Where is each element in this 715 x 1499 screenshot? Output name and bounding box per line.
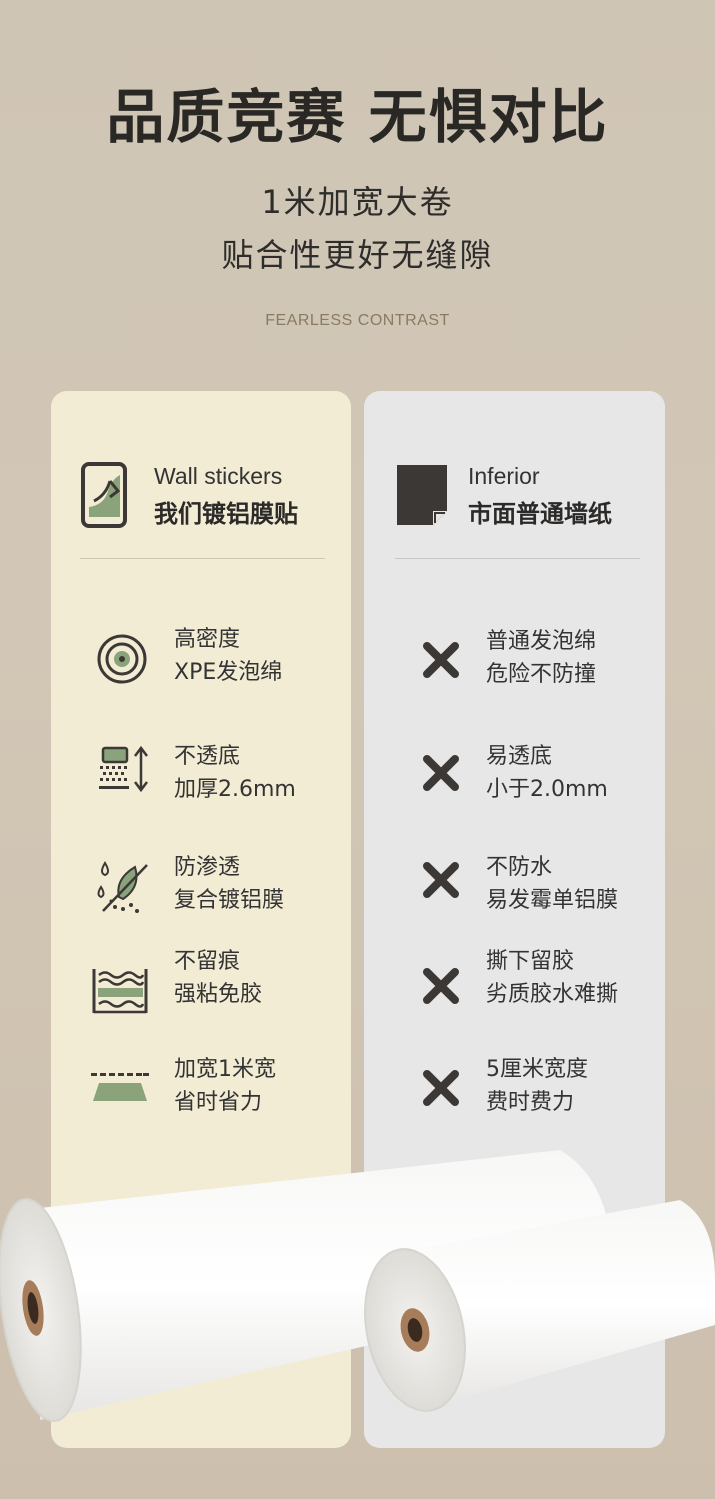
left-feature-1-line2: XPE发泡绵 bbox=[174, 660, 283, 685]
cross-icon bbox=[423, 642, 459, 678]
left-feature-4-line2: 强粘免胶 bbox=[174, 982, 263, 1007]
right-feature-5-line2: 费时费力 bbox=[486, 1090, 575, 1115]
left-feature-5-line1: 加宽1米宽 bbox=[174, 1057, 276, 1082]
left-title-cn: 我们镀铝膜贴 bbox=[154, 500, 298, 528]
right-title-en: Inferior bbox=[468, 463, 540, 489]
page-title: 品质竞赛 无惧对比 bbox=[106, 83, 609, 151]
foam-rolls-image bbox=[0, 1150, 715, 1423]
left-feature-5-line2: 省时省力 bbox=[174, 1090, 263, 1115]
cross-icon bbox=[423, 755, 459, 791]
right-divider bbox=[395, 558, 640, 559]
left-divider bbox=[80, 558, 325, 559]
right-feature-4-line2: 劣质胶水难撕 bbox=[486, 982, 619, 1007]
wallpaper-icon bbox=[397, 465, 447, 525]
right-feature-1-line2: 危险不防撞 bbox=[486, 662, 597, 687]
left-feature-4-line1: 不留痕 bbox=[174, 949, 241, 974]
left-feature-3-line1: 防渗透 bbox=[174, 855, 241, 880]
cross-icon bbox=[423, 968, 459, 1004]
right-feature-3-line1: 不防水 bbox=[486, 855, 553, 880]
right-feature-1-line1: 普通发泡绵 bbox=[486, 629, 597, 654]
left-title-en: Wall stickers bbox=[154, 463, 283, 489]
left-feature-2-line1: 不透底 bbox=[174, 744, 241, 769]
subtitle-line1: 1米加宽大卷 bbox=[261, 183, 454, 221]
width-icon bbox=[91, 1073, 149, 1101]
right-feature-2-line2: 小于2.0mm bbox=[486, 777, 608, 802]
right-title-cn: 市面普通墙纸 bbox=[468, 500, 612, 528]
right-feature-2-line1: 易透底 bbox=[486, 744, 553, 769]
left-feature-2-line2: 加厚2.6mm bbox=[174, 777, 296, 802]
leaf-drop-icon bbox=[97, 861, 148, 913]
tagline: FEARLESS CONTRAST bbox=[265, 312, 450, 329]
target-icon bbox=[97, 634, 147, 684]
wall-sticker-icon bbox=[81, 462, 127, 528]
subtitle-line2: 贴合性更好无缝隙 bbox=[221, 236, 494, 274]
cross-icon bbox=[423, 862, 459, 898]
right-feature-3-line2: 易发霉单铝膜 bbox=[486, 888, 619, 913]
right-feature-5-line1: 5厘米宽度 bbox=[486, 1057, 588, 1082]
thickness-icon bbox=[99, 745, 148, 793]
left-feature-1-line1: 高密度 bbox=[174, 627, 241, 652]
wave-layers-icon bbox=[92, 969, 148, 1014]
cross-icon bbox=[423, 1070, 459, 1106]
left-feature-3-line2: 复合镀铝膜 bbox=[174, 888, 285, 913]
right-feature-4-line1: 撕下留胶 bbox=[486, 949, 575, 974]
